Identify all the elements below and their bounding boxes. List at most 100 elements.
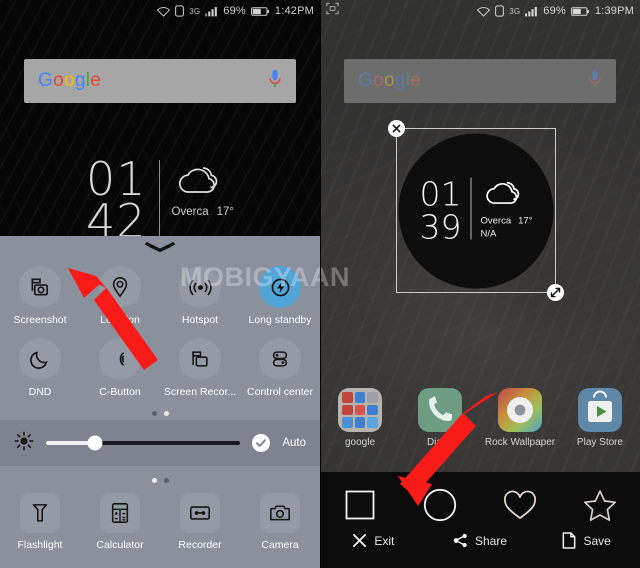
battery-percent-label: 69% xyxy=(223,5,246,17)
clock-label-right: 1:39PM xyxy=(594,5,634,17)
auto-brightness-checkbox[interactable] xyxy=(252,434,271,452)
widget-divider xyxy=(158,160,160,238)
google-search-bar-left[interactable]: Google xyxy=(24,59,296,103)
qs-tile-hotspot[interactable]: Hotspot xyxy=(160,260,240,330)
cloud-icon xyxy=(481,181,527,211)
shortcut-flashlight[interactable]: Flashlight xyxy=(0,493,80,551)
shortcut-label: Camera xyxy=(261,539,299,551)
sim-card-icon xyxy=(175,5,185,17)
shortcut-label: Flashlight xyxy=(17,539,63,551)
microphone-icon[interactable] xyxy=(268,69,282,94)
recorder-icon xyxy=(180,493,220,533)
status-bar-right: 3G 69% 1:39PM xyxy=(320,0,640,22)
screen-capture-icon xyxy=(326,2,339,20)
network-type-label: 3G xyxy=(509,6,521,16)
battery-saver-icon xyxy=(259,266,301,308)
screen-record-icon xyxy=(179,338,221,380)
app-play-store[interactable]: Play Store xyxy=(560,388,640,448)
clock-digits-left: 01 42 xyxy=(85,152,147,249)
shape-tool-row xyxy=(320,472,640,524)
qs-tile-control-center[interactable]: Control center xyxy=(240,332,320,402)
close-x-icon xyxy=(353,533,367,548)
exit-button[interactable]: Exit xyxy=(320,532,427,549)
star-shape-tool[interactable] xyxy=(560,486,640,524)
qs-tile-screenshot[interactable]: Screenshot xyxy=(0,260,80,330)
crop-selection-frame[interactable]: 01 39 Overca 17° N/A xyxy=(388,120,564,301)
page-dot xyxy=(151,477,157,483)
brightness-knob[interactable] xyxy=(87,435,103,451)
weather-extra-right: N/A xyxy=(480,228,497,240)
camera-icon xyxy=(260,493,300,533)
quick-settings-page-dots-top[interactable] xyxy=(0,406,320,420)
phone-icon xyxy=(418,388,462,432)
save-document-icon xyxy=(563,532,576,549)
square-shape-tool[interactable] xyxy=(320,486,400,524)
google-logo: Google xyxy=(38,70,102,91)
app-dialer[interactable]: Dialer xyxy=(400,388,480,448)
heart-shape-tool[interactable] xyxy=(480,486,560,524)
battery-icon xyxy=(250,6,270,17)
clock-digits-right: 01 39 xyxy=(419,174,462,247)
qs-tile-c-button[interactable]: C-Button xyxy=(80,332,160,402)
battery-icon xyxy=(570,6,590,17)
panel-divider xyxy=(320,0,321,568)
network-type-label: 3G xyxy=(189,6,201,16)
weather-condition-right: Overca xyxy=(480,215,512,227)
crop-resize-handle[interactable] xyxy=(547,284,564,301)
shortcut-calculator[interactable]: Calculator xyxy=(80,493,160,551)
quick-settings-collapse-handle[interactable] xyxy=(0,236,320,258)
wifi-icon xyxy=(477,6,491,17)
shortcut-recorder[interactable]: Recorder xyxy=(160,493,240,551)
shortcut-label: Calculator xyxy=(96,539,144,551)
share-button[interactable]: Share xyxy=(427,532,534,549)
crop-close-handle[interactable] xyxy=(388,120,405,137)
weather-block-right: Overca 17° N/A xyxy=(481,178,533,240)
qs-tile-location[interactable]: Location xyxy=(80,260,160,330)
play-store-icon xyxy=(578,388,622,432)
auto-brightness-label: Auto xyxy=(282,437,306,449)
brightness-sun-icon xyxy=(14,431,34,456)
page-dot xyxy=(151,410,157,416)
sim-card-icon xyxy=(495,5,505,17)
qs-tile-label: Screenshot xyxy=(13,314,67,326)
shortcuts-page-dots[interactable] xyxy=(0,473,320,487)
right-panel-screenshot-editor: 3G 69% 1:39PM Google 01 39 Overca 17° N/… xyxy=(320,0,640,568)
qs-tile-long-standby[interactable]: Long standby xyxy=(240,260,320,330)
qs-tile-dnd[interactable]: DND xyxy=(0,332,80,402)
save-button[interactable]: Save xyxy=(533,532,640,549)
screenshot-stage: 3G 69% 1:42PM Google 01 42 Overca 17° Sc… xyxy=(0,0,640,568)
google-search-bar-right[interactable]: Google xyxy=(344,59,616,103)
app-google-folder[interactable]: google xyxy=(320,388,400,448)
control-center-icon xyxy=(259,338,301,380)
circle-shape-tool[interactable] xyxy=(400,486,480,524)
home-app-row: google Dialer Rock Wallpaper Play Store xyxy=(320,388,640,448)
exit-label: Exit xyxy=(374,533,395,548)
clock-label-left: 1:42PM xyxy=(274,5,314,17)
app-rock-wallpaper[interactable]: Rock Wallpaper xyxy=(480,388,560,448)
wifi-icon xyxy=(157,6,171,17)
weather-condition-left: Overca xyxy=(171,206,209,218)
widget-divider xyxy=(470,177,472,240)
weather-temperature-right: 17° xyxy=(518,215,533,227)
quick-shortcuts-row: Flashlight Calculator Recorder Camera xyxy=(0,487,320,551)
battery-percent-label: 69% xyxy=(543,5,566,17)
microphone-icon[interactable] xyxy=(588,69,602,94)
calculator-icon xyxy=(100,493,140,533)
app-label: Rock Wallpaper xyxy=(484,437,556,448)
clock-weather-widget-left[interactable]: 01 42 Overca 17° xyxy=(0,152,320,249)
qs-tile-label: Screen Recor... xyxy=(163,386,237,398)
action-row: Exit Share Save xyxy=(320,524,640,549)
weather-temperature-left: 17° xyxy=(216,206,234,218)
qs-tile-screen-recorder[interactable]: Screen Recor... xyxy=(160,332,240,402)
quick-settings-tile-grid: Screenshot Location Hotspot Long standby… xyxy=(0,258,320,402)
brightness-slider-row[interactable]: Auto xyxy=(0,420,320,466)
close-x-icon xyxy=(392,124,401,133)
qs-tile-label: Location xyxy=(100,314,140,326)
resize-handle-icon xyxy=(550,287,561,298)
weather-block-left: Overca 17° xyxy=(172,158,234,218)
c-button-icon xyxy=(99,338,141,380)
shortcut-camera[interactable]: Camera xyxy=(240,493,320,551)
share-label: Share xyxy=(474,533,507,548)
share-icon xyxy=(453,533,467,548)
brightness-track[interactable] xyxy=(46,435,241,451)
